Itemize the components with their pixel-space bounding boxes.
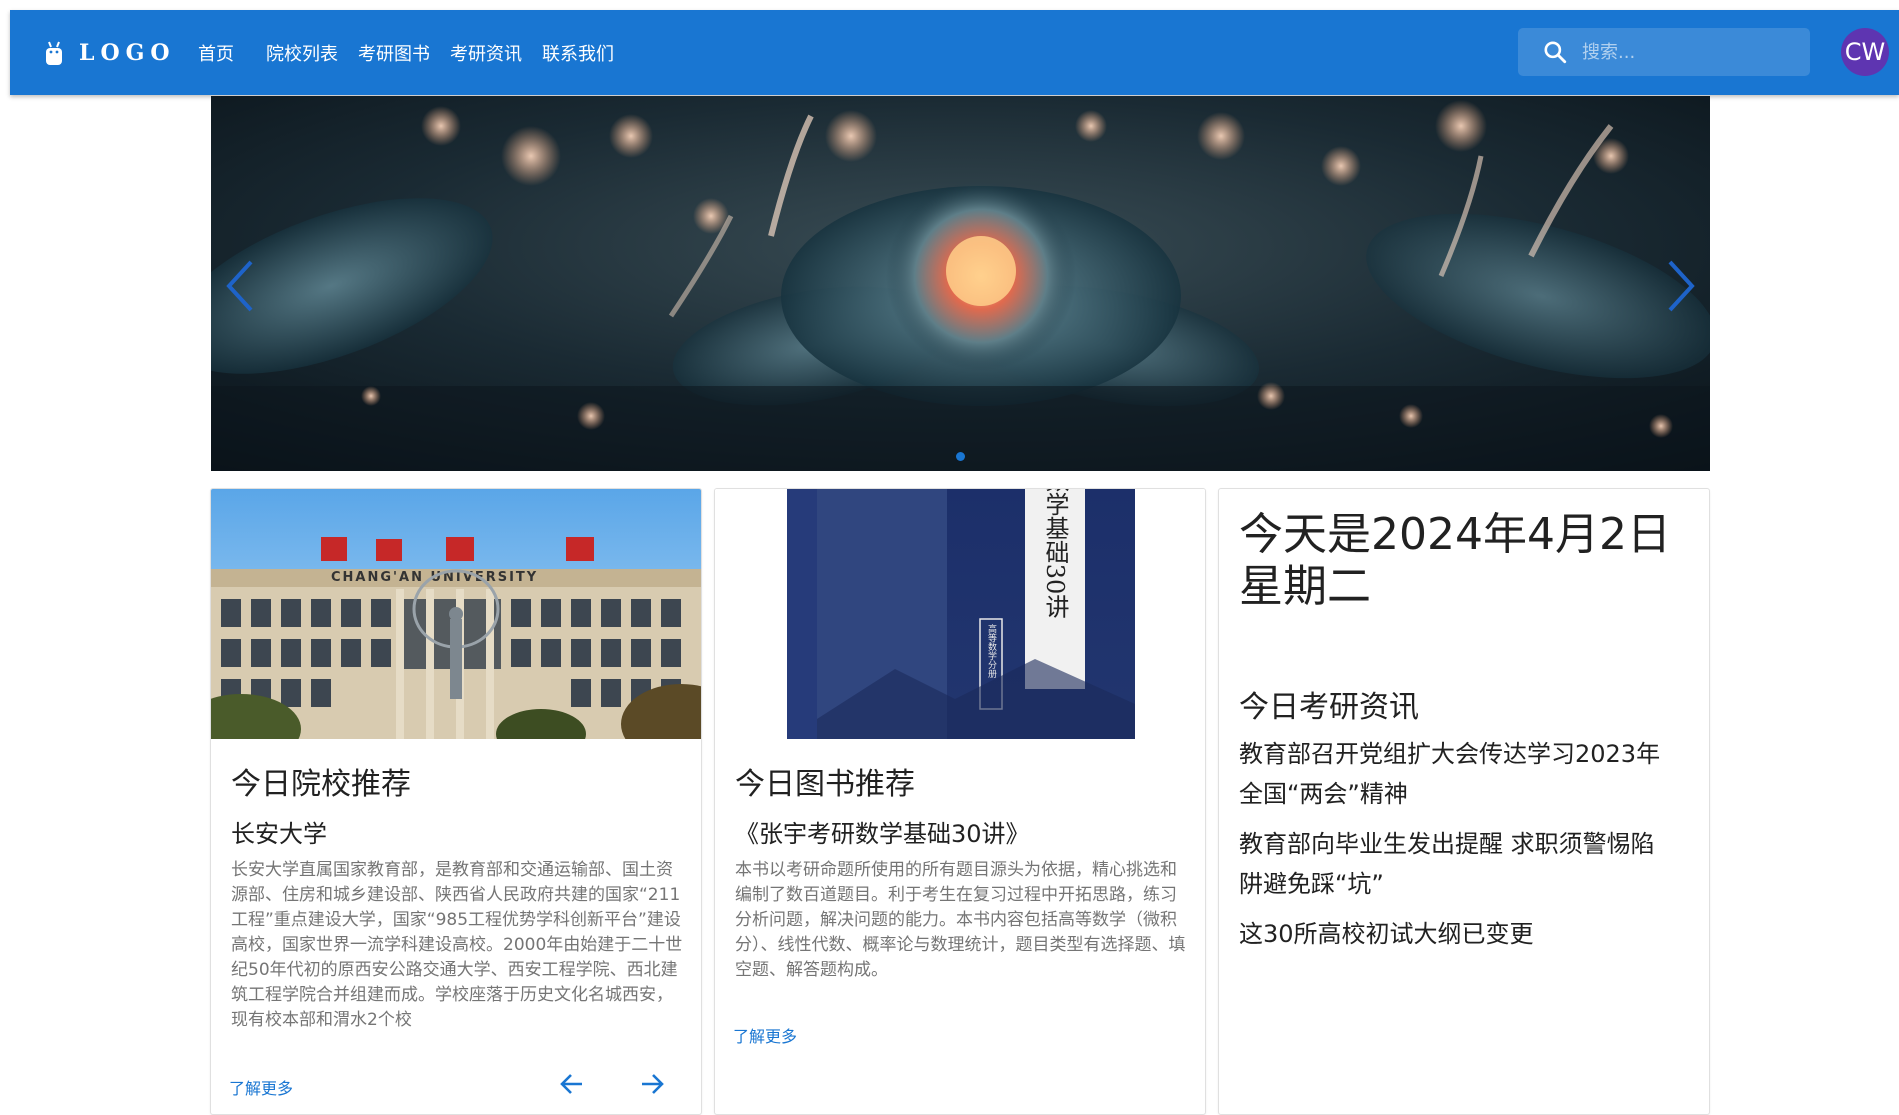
news-heading: 今日考研资讯 bbox=[1239, 690, 1419, 725]
carousel-next-arrow-icon[interactable] bbox=[1660, 256, 1700, 316]
school-name: 长安大学 bbox=[231, 820, 327, 848]
app-bar: LOGO 首页 院校列表 考研图书 考研资讯 联系我们 CW bbox=[10, 10, 1899, 95]
school-description: 长安大学直属国家教育部，是教育部和交通运输部、国土资源部、住房和城乡建设部、陕西… bbox=[231, 860, 683, 1030]
carousel-prev-arrow-icon[interactable] bbox=[221, 256, 261, 316]
news-item[interactable]: 这30所高校初试大纲已变更 bbox=[1239, 914, 1679, 954]
school-recommend-card: CHANG'AN UNIVERSITY 今日院校推荐 长安大学 长安大学直属国家… bbox=[210, 488, 702, 1115]
book-name: 《张宇考研数学基础30讲》 bbox=[735, 820, 1030, 848]
nav-contact[interactable]: 联系我们 bbox=[542, 40, 614, 66]
android-logo-icon bbox=[46, 41, 62, 65]
carousel-indicators bbox=[211, 452, 1710, 461]
search-input[interactable] bbox=[1580, 40, 1780, 64]
logo[interactable]: LOGO bbox=[44, 10, 176, 95]
school-learn-more-link[interactable]: 了解更多 bbox=[229, 1075, 293, 1099]
user-avatar[interactable]: CW bbox=[1841, 28, 1889, 76]
date-line: 今天是2024年4月2日 bbox=[1239, 509, 1671, 560]
arrow-left-icon[interactable] bbox=[557, 1069, 587, 1099]
news-item[interactable]: 教育部向毕业生发出提醒 求职须警惕陷 阱避免踩“坑” bbox=[1239, 824, 1679, 904]
nav-news[interactable]: 考研资讯 bbox=[450, 40, 522, 66]
book-cover-image: 考研数学基础30讲 高等数学分册 bbox=[715, 489, 1205, 739]
book-cover-title: 考研数学基础30讲 bbox=[1041, 489, 1069, 618]
carousel-dot[interactable] bbox=[956, 452, 965, 461]
book-cover-subtitle: 高等数学分册 bbox=[986, 623, 997, 679]
arrow-right-icon[interactable] bbox=[637, 1069, 667, 1099]
book-learn-more-link[interactable]: 了解更多 bbox=[733, 1023, 797, 1047]
news-item[interactable]: 教育部召开党组扩大会传达学习2023年 全国“两会”精神 bbox=[1239, 734, 1679, 814]
book-card-heading: 今日图书推荐 bbox=[735, 767, 915, 802]
logo-text: LOGO bbox=[79, 39, 176, 66]
hero-image bbox=[211, 96, 1710, 471]
nav-home[interactable]: 首页 bbox=[198, 40, 234, 66]
nav-school-list[interactable]: 院校列表 bbox=[266, 40, 338, 66]
school-image: CHANG'AN UNIVERSITY bbox=[211, 489, 701, 739]
book-description: 本书以考研命题所使用的所有题目源头为依据，精心挑选和编制了数百道题目。利于考生在… bbox=[735, 860, 1186, 980]
hero-carousel bbox=[211, 96, 1710, 471]
school-card-heading: 今日院校推荐 bbox=[231, 767, 411, 802]
search-box[interactable] bbox=[1518, 28, 1810, 76]
main-nav: 首页 院校列表 考研图书 考研资讯 联系我们 bbox=[198, 10, 634, 95]
weekday-line: 星期二 bbox=[1239, 561, 1371, 612]
book-recommend-card: 考研数学基础30讲 高等数学分册 今日图书推荐 《张宇考研数学基础30讲》 本书… bbox=[714, 488, 1206, 1115]
search-icon bbox=[1544, 41, 1567, 64]
nav-books[interactable]: 考研图书 bbox=[358, 40, 430, 66]
daily-info-card: 今天是2024年4月2日 星期二 今日考研资讯 教育部召开党组扩大会传达学习20… bbox=[1218, 488, 1710, 1115]
